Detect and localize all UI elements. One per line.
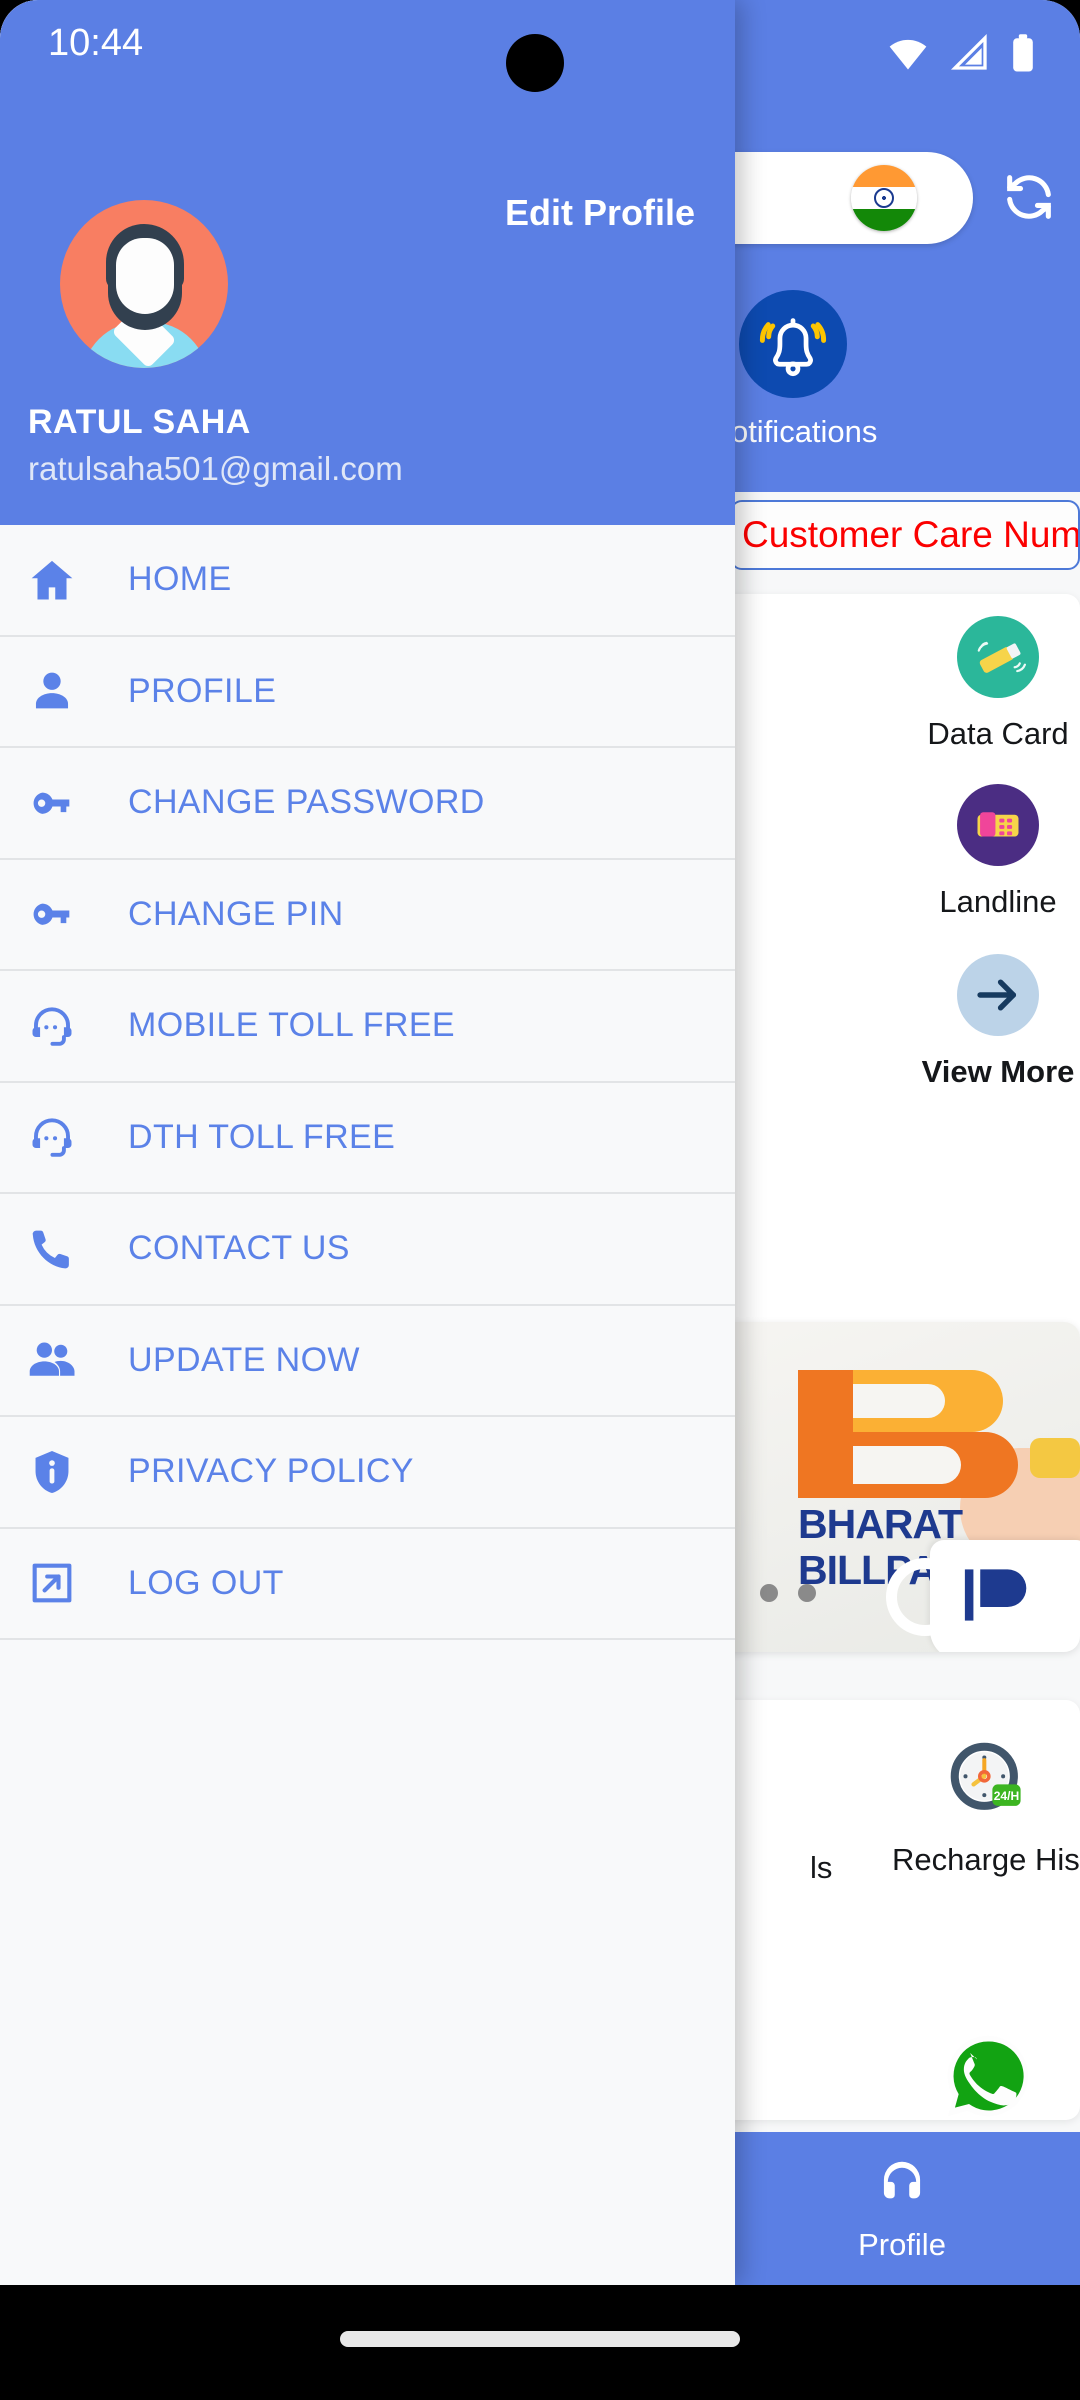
service-label: Data Card <box>927 716 1069 751</box>
menu-item-label: HOME <box>128 560 232 599</box>
key-icon <box>22 884 82 944</box>
menu-item-label: CHANGE PASSWORD <box>128 783 485 822</box>
menu-item-label: LOG OUT <box>128 1563 284 1602</box>
menu-item-update-now[interactable]: UPDATE NOW <box>0 1305 735 1417</box>
customer-care-text: Customer Care Numb <box>742 514 1080 555</box>
carousel-dot[interactable] <box>798 1584 816 1602</box>
user-name: RATUL SAHA <box>28 403 251 441</box>
banner-logo-line1: BHARAT <box>798 1501 963 1547</box>
battery-icon <box>1013 34 1033 72</box>
refresh-icon[interactable] <box>1000 168 1058 226</box>
person-icon <box>22 661 82 721</box>
user-email: ratulsaha501@gmail.com <box>28 450 403 487</box>
status-bar-icons <box>886 32 1036 74</box>
service-item-view-more[interactable]: View More <box>918 920 1078 1090</box>
service-label: Landline <box>939 884 1057 919</box>
carousel-dot[interactable] <box>760 1584 778 1602</box>
data-card-icon <box>957 616 1039 698</box>
menu-item-dth-toll-free[interactable]: DTH TOLL FREE <box>0 1082 735 1194</box>
headset-support-icon <box>22 1107 82 1167</box>
service-item-data-card[interactable]: Data Card <box>918 594 1078 752</box>
services-column: Data Card Landline View More <box>918 594 1078 1090</box>
menu-item-contact-us[interactable]: CONTACT US <box>0 1194 735 1306</box>
shield-info-icon <box>22 1442 82 1502</box>
menu-item-profile[interactable]: PROFILE <box>0 636 735 748</box>
menu-item-mobile-toll-free[interactable]: MOBILE TOLL FREE <box>0 971 735 1083</box>
phone-icon <box>22 1219 82 1279</box>
status-bar-clock: 10:44 <box>48 22 144 64</box>
cellular-signal-icon <box>950 33 987 70</box>
menu-item-label: PRIVACY POLICY <box>128 1452 414 1491</box>
banner-cup-illustration <box>886 1540 1080 1652</box>
india-flag-icon <box>851 165 917 231</box>
menu-item-change-password[interactable]: CHANGE PASSWORD <box>0 748 735 860</box>
menu-item-change-pin[interactable]: CHANGE PIN <box>0 859 735 971</box>
customer-care-banner[interactable]: Customer Care Numb <box>730 500 1080 570</box>
promo-banner-bharat-billpay[interactable]: BHARAT BILLPAY <box>698 1322 1080 1652</box>
status-bar: 10:44 <box>0 0 1080 92</box>
key-icon <box>22 773 82 833</box>
arrow-right-icon <box>957 954 1039 1036</box>
bottom-nav-label: Profile <box>858 2227 946 2262</box>
menu-item-label: MOBILE TOLL FREE <box>128 1006 455 1045</box>
gesture-navigation-bar <box>0 2285 1080 2400</box>
phone-screen: Notifications Customer Care Numb Data Ca… <box>0 0 1080 2400</box>
navigation-drawer: Edit Profile RATUL SAHA ratulsaha501@gma… <box>0 0 735 2285</box>
menu-item-log-out[interactable]: LOG OUT <box>0 1528 735 1640</box>
menu-item-home[interactable]: HOME <box>0 525 735 637</box>
gesture-pill[interactable] <box>340 2331 740 2347</box>
drawer-menu: HOME PROFILE CHANGE PASSWORD CHANGE PIN <box>0 525 735 1640</box>
menu-item-label: PROFILE <box>128 671 277 710</box>
logout-icon <box>22 1553 82 1613</box>
bell-ring-icon <box>739 290 847 398</box>
clock-24h-icon: 24/H <box>944 1736 1030 1822</box>
menu-item-label: CONTACT US <box>128 1229 350 1268</box>
avatar[interactable] <box>60 200 228 368</box>
menu-item-label: DTH TOLL FREE <box>128 1117 396 1156</box>
carousel-indicators[interactable] <box>760 1584 816 1602</box>
svg-text:24/H: 24/H <box>994 1789 1020 1803</box>
menu-item-label: CHANGE PIN <box>128 894 344 933</box>
menu-item-privacy-policy[interactable]: PRIVACY POLICY <box>0 1417 735 1529</box>
bottom-nav-item-profile[interactable]: Profile <box>812 2154 992 2263</box>
people-icon <box>22 1330 82 1390</box>
camera-punch-hole <box>506 34 564 92</box>
headset-support-icon <box>22 996 82 1056</box>
landline-phone-icon <box>957 784 1039 866</box>
recharge-history-label: Recharge History <box>892 1842 1080 1877</box>
recharge-history-item[interactable]: 24/H Recharge History <box>892 1736 1080 1878</box>
profile-icon <box>883 2161 921 2199</box>
menu-item-label: UPDATE NOW <box>128 1340 360 1379</box>
service-label: View More <box>921 1054 1075 1089</box>
home-icon <box>22 550 82 610</box>
partial-service-label: ls <box>810 1850 833 1885</box>
wifi-icon <box>889 39 927 70</box>
whatsapp-icon[interactable] <box>942 2030 1034 2122</box>
edit-profile-button[interactable]: Edit Profile <box>505 192 695 234</box>
service-item-landline[interactable]: Landline <box>918 752 1078 920</box>
